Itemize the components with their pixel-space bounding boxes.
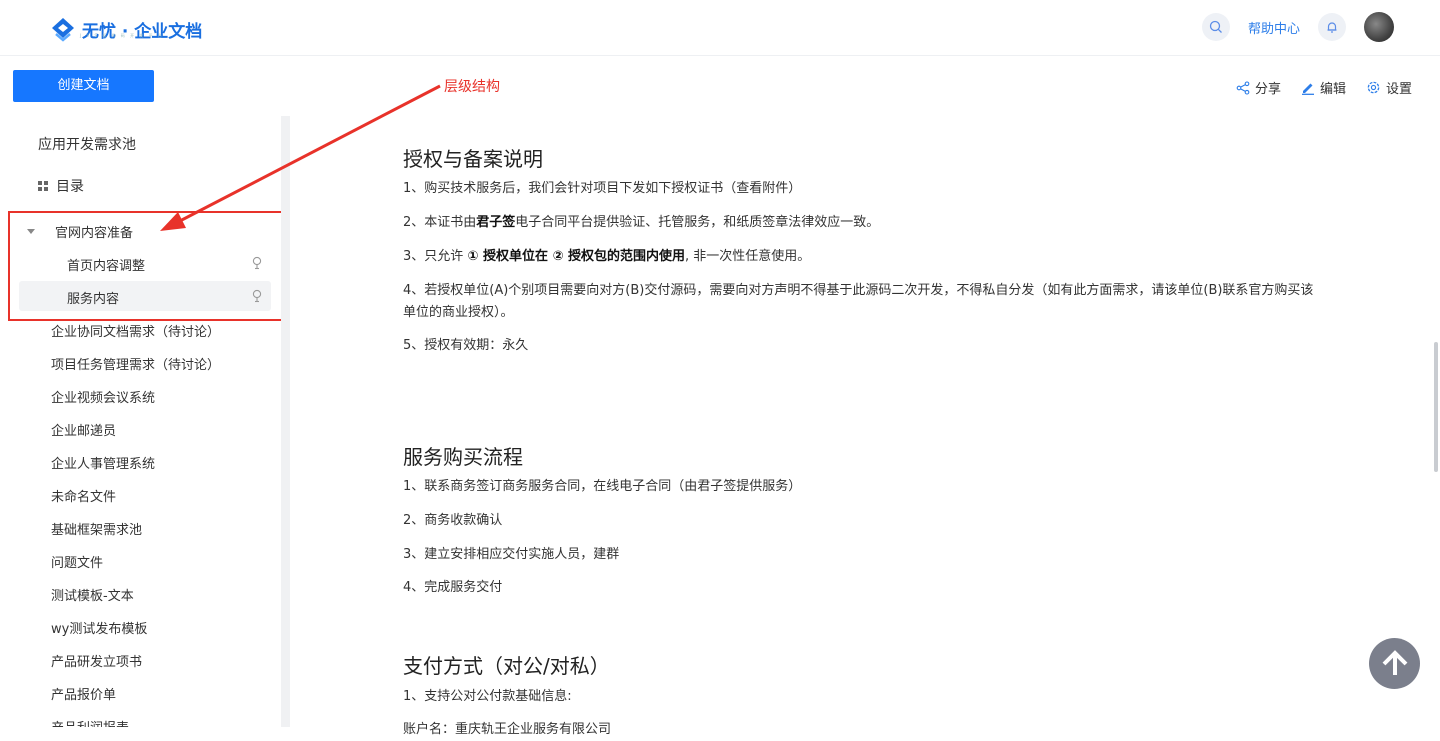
notification-button[interactable] xyxy=(1318,13,1346,41)
section-title: 支付方式（对公/对私） xyxy=(403,654,610,678)
top-header: 无忧 · 企业文档 J V S 低 代 码 开 发 平 台 帮助中心 xyxy=(0,0,1440,56)
paragraph: 1、联系商务签订商务服务合同，在线电子合同（由君子签提供服务） xyxy=(403,479,802,494)
back-to-top-button[interactable] xyxy=(1369,638,1420,689)
tree-item[interactable]: 产品研发立项书 xyxy=(51,651,142,670)
bell-icon xyxy=(1327,22,1337,33)
search-icon xyxy=(1209,20,1222,33)
sidebar-scrollbar[interactable] xyxy=(281,116,290,727)
tree-item[interactable]: 测试模板-文本 xyxy=(51,585,134,604)
text-span: 电子合同平台提供验证、托管服务，和纸质签章法律效应一致。 xyxy=(515,215,880,230)
paragraph: 1、支持公对公付款基础信息: xyxy=(403,689,572,704)
tree-item[interactable]: 企业视频会议系统 xyxy=(51,387,155,406)
toc-label: 目录 xyxy=(56,179,84,195)
paragraph: 账户名：重庆轨王企业服务有限公司 xyxy=(403,722,612,737)
tree-item[interactable]: 企业人事管理系统 xyxy=(51,453,155,472)
logo-icon xyxy=(52,18,74,42)
toc-header[interactable]: 目录 xyxy=(38,176,84,196)
paragraph: 4、完成服务交付 xyxy=(403,580,503,595)
share-button[interactable]: 分享 xyxy=(1236,78,1281,97)
paragraph: 2、本证书由君子签电子合同平台提供验证、托管服务，和纸质签章法律效应一致。 xyxy=(403,212,1323,234)
paragraph: 4、若授权单位(A)个别项目需要向对方(B)交付源码，需要向对方声明不得基于此源… xyxy=(403,283,1314,320)
bold-text: ① 授权单位在 ② 授权包的范围内使用 xyxy=(467,249,685,264)
doc-toolbar: 创建文档 层级结构 分享 编辑 设置 xyxy=(0,56,1440,116)
tree-item[interactable]: 基础框架需求池 xyxy=(51,519,142,538)
tree-item[interactable]: 未命名文件 xyxy=(51,486,116,505)
space-title[interactable]: 应用开发需求池 xyxy=(38,134,136,154)
tree-item[interactable]: 产品利润报表 xyxy=(51,717,129,727)
text-span: 3、只允许 xyxy=(403,249,468,264)
help-center-link[interactable]: 帮助中心 xyxy=(1248,18,1300,37)
user-avatar[interactable] xyxy=(1364,12,1394,42)
share-label: 分享 xyxy=(1254,82,1281,97)
bold-text: 君子签 xyxy=(476,215,516,230)
edit-button[interactable]: 编辑 xyxy=(1301,78,1346,97)
gear-icon xyxy=(1367,81,1380,94)
tree-item[interactable]: 项目任务管理需求（待讨论） xyxy=(51,354,220,373)
create-document-button[interactable]: 创建文档 xyxy=(13,70,154,102)
tree-item[interactable]: 企业协同文档需求（待讨论） xyxy=(51,321,220,340)
paragraph: 1、购买技术服务后，我们会针对项目下发如下授权证书（查看附件） xyxy=(403,181,802,196)
tree-item[interactable]: 产品报价单 xyxy=(51,684,116,703)
share-icon xyxy=(1236,80,1250,95)
section-title: 服务购买流程 xyxy=(403,445,523,469)
arrow-up-icon xyxy=(1382,649,1407,675)
annotation-label: 层级结构 xyxy=(444,79,500,95)
pencil-icon xyxy=(1301,83,1314,95)
settings-button[interactable]: 设置 xyxy=(1366,78,1412,97)
paragraph: 5、授权有效期：永久 xyxy=(403,338,529,353)
grid-icon xyxy=(38,181,48,191)
annotation-highlight-box xyxy=(8,211,290,321)
text-span: , 非一次性任意使用。 xyxy=(685,249,811,264)
tree-item[interactable]: 问题文件 xyxy=(51,552,103,571)
logo-subtext: J V S 低 代 码 开 发 平 台 xyxy=(80,33,164,38)
tree-item[interactable]: wy测试发布模板 xyxy=(51,618,147,637)
settings-label: 设置 xyxy=(1385,82,1412,97)
edit-label: 编辑 xyxy=(1319,82,1346,97)
tree-item[interactable]: 企业邮递员 xyxy=(51,420,116,439)
document-tree-sidebar: 应用开发需求池 目录 官网内容准备 首页内容调整 服务内容 企业协同文档需求（待… xyxy=(0,116,290,727)
search-button[interactable] xyxy=(1201,13,1230,41)
text-span: 2、本证书由 xyxy=(403,215,477,230)
paragraph: 3、只允许 ① 授权单位在 ② 授权包的范围内使用, 非一次性任意使用。 xyxy=(403,246,1323,268)
paragraph: 3、建立安排相应交付实施人员，建群 xyxy=(403,547,620,562)
logo[interactable]: 无忧 · 企业文档 J V S 低 代 码 开 发 平 台 xyxy=(50,14,202,44)
paragraph: 2、商务收款确认 xyxy=(403,513,503,528)
main-scrollbar-thumb[interactable] xyxy=(1434,342,1438,472)
section-title: 授权与备案说明 xyxy=(403,147,543,171)
